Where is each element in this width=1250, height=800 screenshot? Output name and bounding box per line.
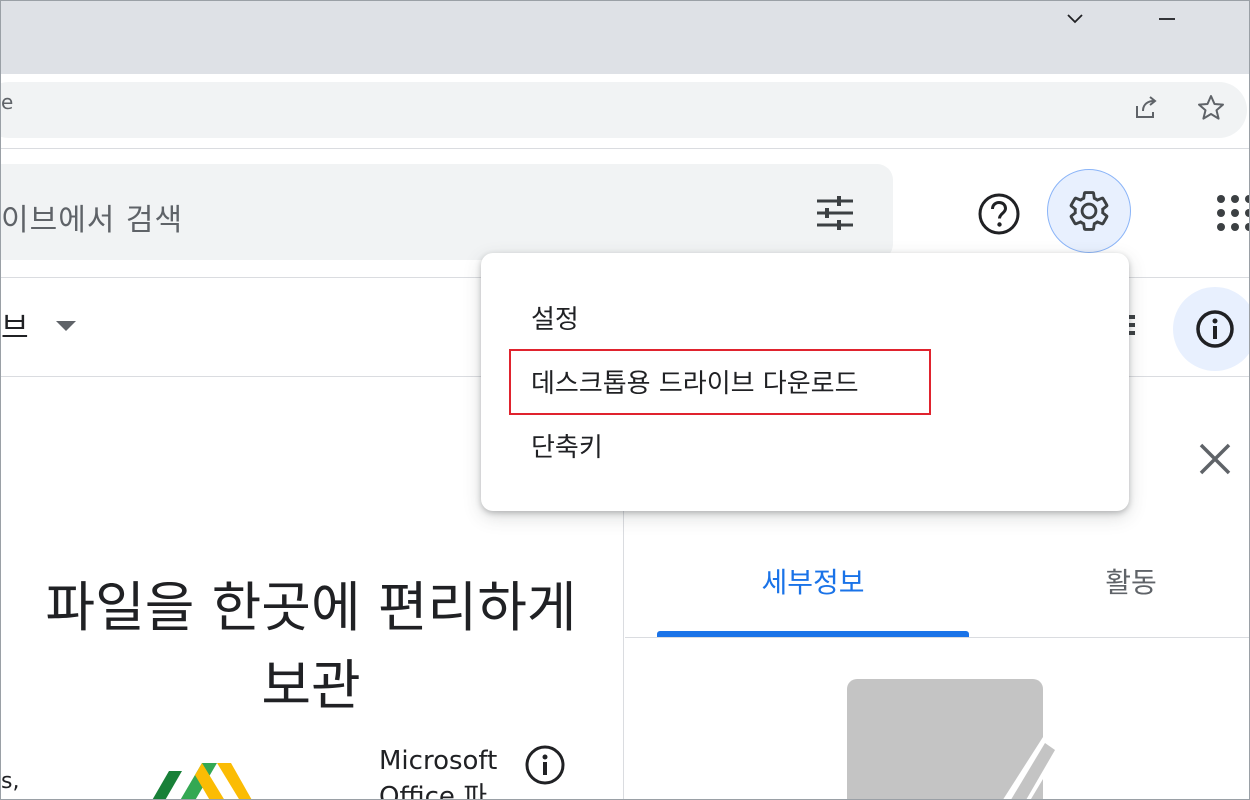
- menu-item-shortcuts[interactable]: 단축키: [531, 427, 603, 464]
- caret-down-icon[interactable]: [56, 321, 76, 331]
- tab-search-button[interactable]: [1051, 1, 1099, 37]
- tab-activity[interactable]: 활동: [1001, 561, 1249, 601]
- drive-logo-icon: [152, 763, 252, 799]
- hero-title-line1: 파일을 한곳에 편리하게: [45, 576, 577, 639]
- minimize-button[interactable]: [1143, 1, 1191, 37]
- details-toggle-button[interactable]: [1173, 287, 1249, 371]
- settings-button[interactable]: [1047, 169, 1131, 253]
- tabs-divider: [625, 637, 1249, 638]
- my-drive-breadcrumb[interactable]: 브: [1, 303, 29, 347]
- empty-state-title: 파일을 한곳에 편리하게 보관: [1, 569, 631, 725]
- star-icon[interactable]: [1195, 92, 1227, 124]
- close-icon[interactable]: [1193, 437, 1237, 481]
- chevron-down-icon: [1067, 14, 1083, 24]
- address-text: e: [1, 90, 14, 114]
- info-outline-icon[interactable]: [523, 743, 567, 787]
- document-illustration-icon: [847, 679, 1061, 799]
- ms-office-text: Microsoft Office 파: [379, 746, 498, 800]
- menu-item-settings[interactable]: 설정: [531, 299, 579, 336]
- gear-icon: [1069, 191, 1109, 231]
- share-icon[interactable]: [1129, 92, 1161, 124]
- tab-details[interactable]: 세부정보: [657, 561, 969, 601]
- help-icon[interactable]: [976, 191, 1022, 237]
- app-window: e 이브에서 검색 브 파일을 한곳에 편리하게 보관 s, Microsoft…: [0, 0, 1250, 800]
- left-snippet-text: s,: [1, 769, 20, 794]
- highlight-box: [509, 349, 931, 415]
- browser-titlebar: [1, 1, 1249, 74]
- apps-grid-icon[interactable]: [1215, 193, 1250, 233]
- address-bar[interactable]: [1, 82, 1247, 138]
- tune-icon[interactable]: [813, 191, 857, 235]
- browser-toolbar: e: [1, 74, 1249, 149]
- hero-title-line2: 보관: [261, 654, 361, 717]
- search-input[interactable]: 이브에서 검색: [1, 195, 183, 239]
- info-icon: [1196, 310, 1234, 348]
- minimize-icon: [1159, 18, 1175, 20]
